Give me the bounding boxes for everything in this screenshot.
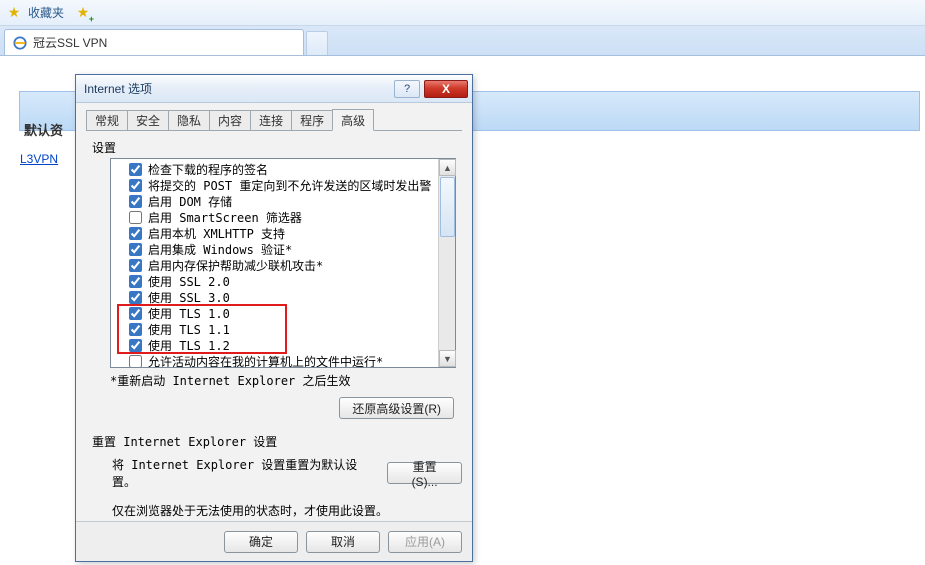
tab-privacy[interactable]: 隐私 — [168, 110, 210, 130]
help-button[interactable]: ? — [394, 80, 420, 98]
restart-note: *重新启动 Internet Explorer 之后生效 — [110, 372, 462, 389]
settings-checkbox[interactable] — [129, 275, 142, 288]
settings-item-label: 启用集成 Windows 验证* — [148, 241, 292, 258]
settings-item-label: 使用 TLS 1.2 — [148, 337, 230, 354]
settings-row[interactable]: 允许活动内容在我的计算机上的文件中运行* — [113, 353, 438, 367]
settings-row[interactable]: 检查下载的程序的签名 — [113, 161, 438, 177]
reset-note: 仅在浏览器处于无法使用的状态时，才使用此设置。 — [112, 502, 462, 519]
settings-row[interactable]: 使用 TLS 1.0 — [113, 305, 438, 321]
tab-programs[interactable]: 程序 — [291, 110, 333, 130]
settings-checkbox[interactable] — [129, 163, 142, 176]
help-icon: ? — [404, 83, 410, 95]
settings-item-label: 使用 SSL 3.0 — [148, 289, 230, 306]
settings-row[interactable]: 使用 TLS 1.2 — [113, 337, 438, 353]
settings-checkbox[interactable] — [129, 307, 142, 320]
settings-row[interactable]: 启用 DOM 存储 — [113, 193, 438, 209]
favorites-label[interactable]: 收藏夹 — [28, 4, 64, 21]
scroll-up-icon[interactable]: ▲ — [439, 159, 456, 176]
settings-item-label: 启用 SmartScreen 筛选器 — [148, 209, 302, 226]
settings-checkbox[interactable] — [129, 339, 142, 352]
scrollbar[interactable]: ▲ ▼ — [438, 159, 455, 367]
browser-tab-row: 冠云SSL VPN — [0, 26, 925, 56]
close-icon: X — [442, 82, 450, 96]
settings-checkbox[interactable] — [129, 355, 142, 368]
tab-advanced[interactable]: 高级 — [332, 109, 374, 131]
close-button[interactable]: X — [424, 80, 468, 98]
dialog-title: Internet 选项 — [84, 80, 152, 97]
dialog-tabstrip: 常规 安全 隐私 内容 连接 程序 高级 — [86, 109, 462, 131]
settings-row[interactable]: 将提交的 POST 重定向到不允许发送的区域时发出警 — [113, 177, 438, 193]
browser-tab-title: 冠云SSL VPN — [33, 34, 107, 51]
settings-row[interactable]: 启用 SmartScreen 筛选器 — [113, 209, 438, 225]
ok-button[interactable]: 确定 — [224, 531, 298, 553]
settings-checkbox[interactable] — [129, 291, 142, 304]
settings-row[interactable]: 启用内存保护帮助减少联机攻击* — [113, 257, 438, 273]
settings-row[interactable]: 使用 SSL 2.0 — [113, 273, 438, 289]
settings-row[interactable]: 启用集成 Windows 验证* — [113, 241, 438, 257]
advanced-settings-listbox: 检查下载的程序的签名将提交的 POST 重定向到不允许发送的区域时发出警启用 D… — [110, 158, 456, 368]
settings-checkbox[interactable] — [129, 211, 142, 224]
scroll-down-icon[interactable]: ▼ — [439, 350, 456, 367]
settings-item-label: 检查下载的程序的签名 — [148, 161, 268, 178]
settings-list-inner[interactable]: 检查下载的程序的签名将提交的 POST 重定向到不允许发送的区域时发出警启用 D… — [111, 159, 438, 367]
settings-section-label: 设置 — [92, 139, 462, 156]
reset-button[interactable]: 重置(S)... — [387, 462, 462, 484]
cancel-button[interactable]: 取消 — [306, 531, 380, 553]
favorites-bar: ★ 收藏夹 — [0, 0, 925, 26]
settings-item-label: 允许活动内容在我的计算机上的文件中运行* — [148, 353, 383, 368]
default-resources-label: 默认资 — [24, 120, 63, 139]
restore-advanced-button[interactable]: 还原高级设置(R) — [339, 397, 454, 419]
apply-button[interactable]: 应用(A) — [388, 531, 462, 553]
add-favorite-icon[interactable] — [74, 4, 92, 22]
settings-row[interactable]: 使用 SSL 3.0 — [113, 289, 438, 305]
settings-item-label: 使用 TLS 1.1 — [148, 321, 230, 338]
settings-checkbox[interactable] — [129, 243, 142, 256]
settings-item-label: 启用 DOM 存储 — [148, 193, 232, 210]
reset-ie-header: 重置 Internet Explorer 设置 — [92, 433, 462, 450]
l3vpn-link[interactable]: L3VPN — [20, 152, 58, 166]
browser-tab-active[interactable]: 冠云SSL VPN — [4, 29, 304, 55]
ie-icon — [13, 36, 27, 50]
settings-checkbox[interactable] — [129, 259, 142, 272]
dialog-footer: 确定 取消 应用(A) — [76, 521, 472, 561]
tab-security[interactable]: 安全 — [127, 110, 169, 130]
new-tab-button[interactable] — [306, 31, 328, 55]
settings-checkbox[interactable] — [129, 195, 142, 208]
settings-item-label: 使用 TLS 1.0 — [148, 305, 230, 322]
settings-checkbox[interactable] — [129, 179, 142, 192]
settings-checkbox[interactable] — [129, 323, 142, 336]
settings-item-label: 使用 SSL 2.0 — [148, 273, 230, 290]
tab-connections[interactable]: 连接 — [250, 110, 292, 130]
settings-checkbox[interactable] — [129, 227, 142, 240]
dialog-titlebar[interactable]: Internet 选项 ? X — [76, 75, 472, 103]
settings-row[interactable]: 启用本机 XMLHTTP 支持 — [113, 225, 438, 241]
tab-content[interactable]: 内容 — [209, 110, 251, 130]
internet-options-dialog: Internet 选项 ? X 常规 安全 隐私 内容 连接 程序 高级 设置 … — [75, 74, 473, 562]
scroll-thumb[interactable] — [440, 177, 455, 237]
settings-row[interactable]: 使用 TLS 1.1 — [113, 321, 438, 337]
reset-ie-desc: 将 Internet Explorer 设置重置为默认设置。 — [112, 456, 375, 490]
settings-item-label: 启用内存保护帮助减少联机攻击* — [148, 257, 323, 274]
settings-item-label: 启用本机 XMLHTTP 支持 — [148, 225, 285, 242]
favorites-star-icon[interactable]: ★ — [6, 5, 22, 21]
settings-item-label: 将提交的 POST 重定向到不允许发送的区域时发出警 — [148, 177, 431, 194]
page-content: 默认资 L3VPN Internet 选项 ? X 常规 安全 隐私 内容 连接… — [0, 56, 925, 565]
tab-general[interactable]: 常规 — [86, 110, 128, 130]
